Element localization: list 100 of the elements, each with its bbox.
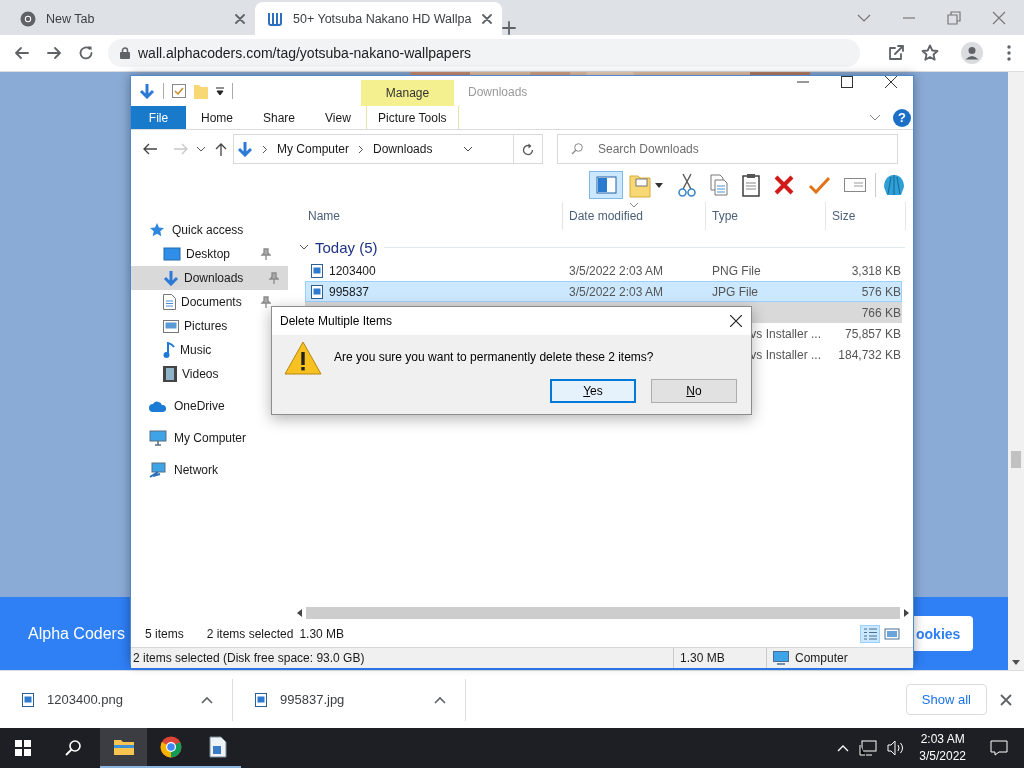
close-icon[interactable]: [730, 315, 742, 327]
site-favicon-icon: [267, 10, 283, 27]
nav-item[interactable]: Pictures: [131, 314, 271, 338]
new-tab-icon[interactable]: [502, 21, 516, 35]
browser-tab[interactable]: 50+ Yotsuba Nakano HD Wallpa: [255, 2, 502, 35]
network-icon[interactable]: [859, 740, 878, 756]
start-icon[interactable]: [14, 740, 31, 756]
close-icon[interactable]: [885, 76, 897, 88]
nav-item[interactable]: Downloads: [131, 266, 288, 290]
breadcrumb-item[interactable]: Downloads: [373, 142, 433, 156]
volume-icon[interactable]: [887, 740, 906, 756]
brand-name: Alpha Coders: [28, 624, 125, 643]
download-item[interactable]: 995837.jpg: [233, 678, 466, 721]
scrollbar-thumb[interactable]: [1011, 451, 1021, 468]
contextual-tab-header: Manage: [361, 80, 454, 106]
scroll-down-icon[interactable]: [1012, 660, 1020, 666]
expand-ribbon-icon[interactable]: [869, 113, 881, 122]
recent-locations-icon[interactable]: [197, 146, 205, 152]
download-options-icon[interactable]: [434, 695, 446, 704]
ribbon-tab[interactable]: Home: [186, 106, 248, 129]
address-field[interactable]: My Computer Downloads: [233, 134, 543, 164]
ribbon-tab[interactable]: File: [131, 106, 186, 129]
dialog-button[interactable]: No: [651, 379, 737, 403]
ribbon-tab[interactable]: View: [310, 106, 366, 129]
delete-x-icon[interactable]: [774, 175, 794, 195]
forward-icon[interactable]: [46, 45, 62, 61]
download-arrow-icon: [237, 141, 253, 157]
status-text: 2 items selected (Disk free space: 93.0 GB): [132, 651, 366, 665]
refresh-icon[interactable]: [522, 142, 534, 156]
preview-pane-icon[interactable]: [590, 172, 622, 198]
document-app-icon: [208, 736, 227, 758]
rename-icon[interactable]: [844, 178, 866, 192]
search-icon: [571, 143, 583, 155]
column-header[interactable]: Name: [293, 202, 563, 230]
nav-item[interactable]: Desktop: [131, 242, 271, 266]
help-button[interactable]: ?: [893, 108, 911, 127]
group-header[interactable]: Today (5): [293, 234, 905, 260]
image-file-icon: [22, 692, 34, 707]
checkmark-icon[interactable]: [808, 176, 830, 194]
monitor-icon: [149, 430, 167, 446]
file-size: 75,857 KB: [844, 326, 901, 341]
url-text: wall.alphacoders.com/tag/yotsuba-nakano-wallpapers: [138, 45, 472, 61]
properties-icon[interactable]: [172, 84, 186, 98]
browser-icon: [159, 736, 182, 758]
address-dropdown-icon[interactable]: [463, 146, 474, 152]
ribbon-tab[interactable]: Share: [248, 106, 311, 129]
browser-tab[interactable]: New Tab: [8, 2, 255, 35]
shell-icon[interactable]: [882, 173, 906, 197]
bookmark-star-icon[interactable]: [921, 44, 939, 62]
restore-icon[interactable]: [947, 11, 961, 25]
breadcrumb-item[interactable]: My Computer: [277, 142, 350, 156]
cookie-button[interactable]: ookies: [914, 616, 973, 652]
show-all-button[interactable]: Show all: [905, 684, 987, 716]
maximize-icon[interactable]: [841, 76, 853, 88]
details-view-icon[interactable]: [861, 625, 879, 642]
clipboard-icon[interactable]: [742, 173, 760, 197]
profile-icon[interactable]: [961, 42, 983, 64]
file-row[interactable]: 1203400 3/5/2022 2:03 AM PNG File 3,318 KB: [305, 260, 902, 281]
tab-close-icon[interactable]: [482, 13, 492, 24]
menu-icon[interactable]: [1007, 45, 1011, 61]
tab-close-icon[interactable]: [235, 13, 245, 24]
search-icon[interactable]: [64, 740, 81, 756]
nav-item[interactable]: Videos: [131, 362, 271, 386]
nav-item[interactable]: Music: [131, 338, 271, 362]
up-arrow-icon[interactable]: [215, 142, 227, 156]
share-icon[interactable]: [888, 45, 904, 61]
download-options-icon[interactable]: [201, 695, 213, 704]
download-arrow-icon[interactable]: [139, 83, 155, 99]
column-header[interactable]: Size: [826, 202, 906, 230]
back-icon[interactable]: [143, 143, 157, 155]
chevron-right-icon: [358, 144, 365, 154]
reload-icon[interactable]: [78, 45, 94, 61]
scissors-icon[interactable]: [678, 173, 696, 197]
tray-chevron-icon[interactable]: [837, 744, 850, 752]
chrome-favicon-icon: [20, 10, 36, 27]
dialog-button[interactable]: Yes: [550, 379, 636, 403]
file-row[interactable]: 995837 3/5/2022 2:03 AM JPG File 576 KB: [305, 281, 902, 302]
search-field[interactable]: Search Downloads: [557, 134, 898, 164]
column-header[interactable]: Type: [706, 202, 826, 230]
customize-caret-icon[interactable]: [216, 87, 224, 95]
dropdown-caret-icon[interactable]: [655, 182, 663, 188]
nav-item[interactable]: OneDrive: [131, 394, 271, 418]
copy-icon[interactable]: [710, 174, 728, 196]
column-header[interactable]: Date modified: [563, 202, 706, 230]
nav-item[interactable]: Documents: [131, 290, 271, 314]
download-item[interactable]: 1203400.png: [0, 678, 233, 721]
nav-item[interactable]: Network: [131, 458, 271, 482]
ribbon-tab[interactable]: Picture Tools: [365, 106, 459, 129]
clock-time: 2:03 AM: [920, 731, 965, 748]
taskbar-app[interactable]: [100, 728, 147, 768]
notifications-icon[interactable]: [990, 740, 1008, 756]
close-icon[interactable]: [1000, 693, 1012, 706]
image-file-icon: [255, 692, 267, 707]
clock[interactable]: 2:03 AM 3/5/2022: [919, 731, 966, 765]
nav-item[interactable]: Quick access: [131, 218, 271, 242]
address-bar[interactable]: wall.alphacoders.com/tag/yotsuba-nakano-wallpapers: [108, 39, 860, 67]
nav-item[interactable]: My Computer: [131, 426, 271, 450]
page-scrollbar[interactable]: [1008, 72, 1024, 671]
back-icon[interactable]: [14, 45, 30, 61]
large-icons-view-icon[interactable]: [883, 625, 901, 642]
